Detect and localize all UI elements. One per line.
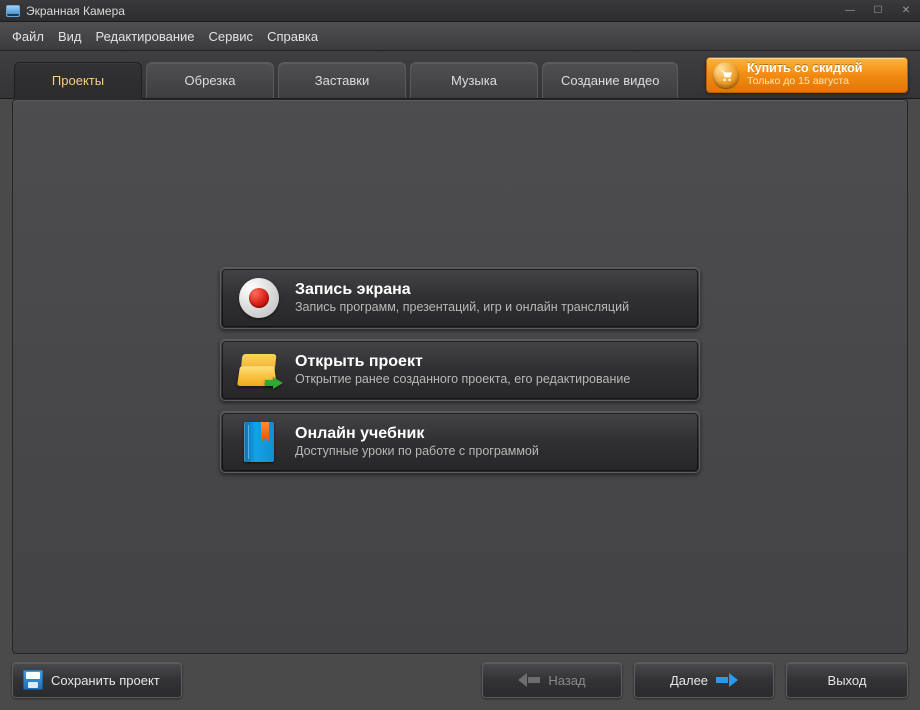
card-online-tutorial[interactable]: Онлайн учебник Доступные уроки по работе…: [220, 411, 700, 473]
back-button[interactable]: Назад: [482, 662, 622, 698]
tab-music[interactable]: Музыка: [410, 62, 538, 98]
card-tutorial-sub: Доступные уроки по работе с программой: [295, 444, 539, 458]
arrow-right-icon: [716, 673, 738, 687]
record-icon: [235, 278, 283, 318]
card-tutorial-title: Онлайн учебник: [295, 425, 539, 443]
exit-button[interactable]: Выход: [786, 662, 908, 698]
card-record-title: Запись экрана: [295, 281, 629, 299]
tab-projects[interactable]: Проекты: [14, 62, 142, 98]
start-cards: Запись экрана Запись программ, презентац…: [220, 267, 700, 473]
save-icon: [23, 670, 43, 690]
footer: Сохранить проект Назад Далее Выход: [12, 660, 908, 700]
maximize-button[interactable]: ☐: [864, 2, 892, 20]
nav-group: Назад Далее: [482, 662, 774, 698]
tabstrip: Проекты Обрезка Заставки Музыка Создание…: [14, 62, 682, 98]
tabstrip-row: Проекты Обрезка Заставки Музыка Создание…: [0, 51, 920, 99]
promo-line2: Только до 15 августа: [747, 76, 862, 88]
promo-text: Купить со скидкой Только до 15 августа: [747, 62, 862, 87]
close-button[interactable]: ✕: [892, 2, 920, 20]
window-title: Экранная Камера: [26, 4, 125, 18]
content-panel: Запись экрана Запись программ, презентац…: [12, 99, 908, 654]
arrow-left-icon: [518, 673, 540, 687]
back-label: Назад: [548, 673, 585, 688]
card-record-screen[interactable]: Запись экрана Запись программ, презентац…: [220, 267, 700, 329]
minimize-button[interactable]: —: [836, 2, 864, 20]
tab-trim[interactable]: Обрезка: [146, 62, 274, 98]
book-icon: [235, 422, 283, 462]
tab-intros[interactable]: Заставки: [278, 62, 406, 98]
card-open-title: Открыть проект: [295, 353, 630, 371]
save-project-label: Сохранить проект: [51, 673, 160, 688]
menu-edit[interactable]: Редактирование: [96, 29, 195, 44]
next-button[interactable]: Далее: [634, 662, 774, 698]
next-label: Далее: [670, 673, 708, 688]
save-project-button[interactable]: Сохранить проект: [12, 662, 182, 698]
menu-view[interactable]: Вид: [58, 29, 82, 44]
menu-file[interactable]: Файл: [12, 29, 44, 44]
promo-line1: Купить со скидкой: [747, 62, 862, 76]
card-open-project[interactable]: Открыть проект Открытие ранее созданного…: [220, 339, 700, 401]
exit-label: Выход: [828, 673, 867, 688]
titlebar: Экранная Камера — ☐ ✕: [0, 0, 920, 22]
menubar: Файл Вид Редактирование Сервис Справка: [0, 22, 920, 51]
card-open-sub: Открытие ранее созданного проекта, его р…: [295, 372, 630, 386]
menu-help[interactable]: Справка: [267, 29, 318, 44]
cart-icon: [713, 62, 739, 88]
menu-service[interactable]: Сервис: [209, 29, 254, 44]
buy-promo-button[interactable]: Купить со скидкой Только до 15 августа: [706, 57, 908, 93]
folder-icon: [235, 352, 283, 388]
app-icon: [6, 5, 20, 17]
tab-create[interactable]: Создание видео: [542, 62, 678, 98]
window-controls: — ☐ ✕: [836, 2, 920, 20]
card-record-sub: Запись программ, презентаций, игр и онла…: [295, 300, 629, 314]
